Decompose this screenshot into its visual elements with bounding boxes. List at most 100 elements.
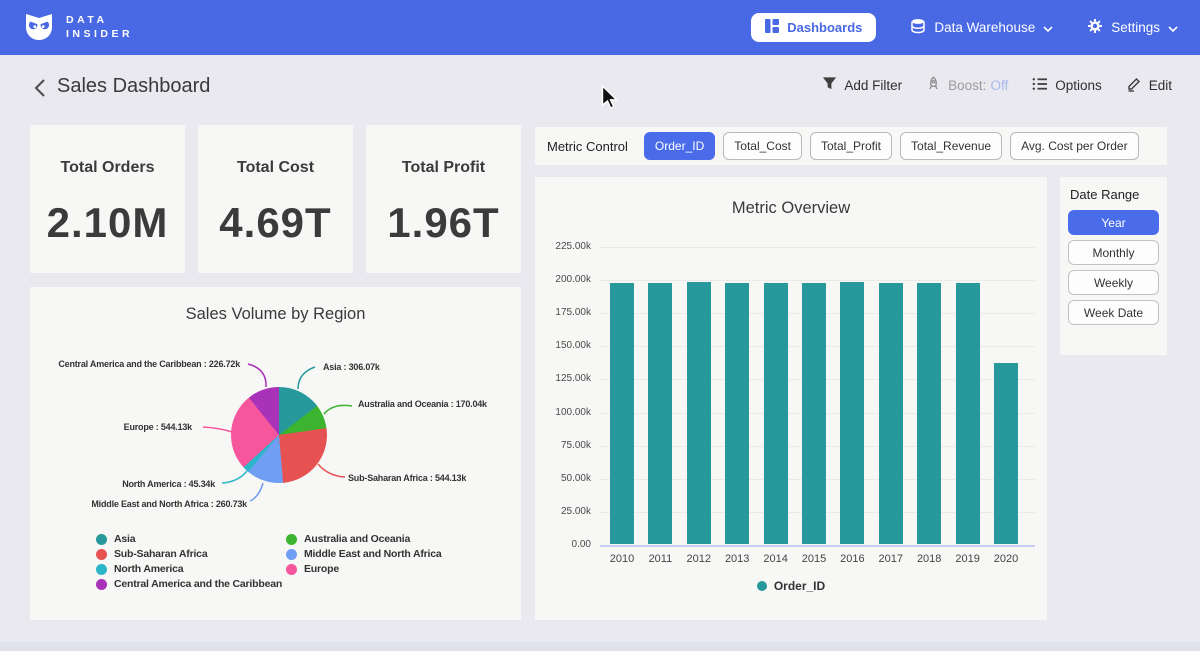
brand-line1: DATA <box>66 15 133 27</box>
footer-strip <box>0 642 1200 651</box>
metric-control-bar: Metric Control Order_ID Total_Cost Total… <box>535 127 1167 165</box>
legend-item-middle-east-and-north-africa[interactable]: Middle East and North Africa <box>286 548 442 560</box>
y-tick-label: 175.00k <box>535 307 591 318</box>
metric-control-label: Metric Control <box>547 139 628 154</box>
metric-chip-order-id[interactable]: Order_ID <box>644 132 715 160</box>
chevron-down-icon <box>1043 20 1053 35</box>
brand: DATA INSIDER <box>22 8 133 47</box>
kpi-value: 4.69T <box>198 199 353 247</box>
y-tick-label: 125.00k <box>535 373 591 384</box>
options-button[interactable]: Options <box>1032 77 1102 94</box>
y-tick-label: 225.00k <box>535 241 591 252</box>
pie-label-australia-and-oceania: Australia and Oceania : 170.04k <box>358 399 487 409</box>
kpi-card-total-cost: Total Cost 4.69T <box>198 125 353 273</box>
bar-plot-area <box>600 247 1035 545</box>
chart-legend[interactable]: Order_ID <box>535 579 1047 593</box>
kpi-label: Total Profit <box>366 159 521 177</box>
date-range-panel: Date Range Year Monthly Weekly Week Date <box>1060 177 1167 355</box>
legend-label: Central America and the Caribbean <box>114 578 282 590</box>
legend-item-sub-saharan-africa[interactable]: Sub-Saharan Africa <box>96 548 286 560</box>
owl-logo-icon <box>22 8 56 47</box>
bar-2016 <box>840 282 864 544</box>
legend-item-asia[interactable]: Asia <box>96 533 286 545</box>
x-tick-label: 2014 <box>756 553 796 565</box>
date-range-weekly-button[interactable]: Weekly <box>1068 270 1159 295</box>
bar-2020 <box>994 363 1018 544</box>
metric-chip-total-cost[interactable]: Total_Cost <box>723 132 802 160</box>
edit-button[interactable]: Edit <box>1126 75 1172 95</box>
kpi-label: Total Cost <box>198 159 353 177</box>
y-tick-label: 100.00k <box>535 407 591 418</box>
pie-label-north-america: North America : 45.34k <box>122 479 215 489</box>
bar-2019 <box>956 283 980 544</box>
dashboard-grid-icon <box>765 19 779 36</box>
boost-value: Off <box>990 78 1008 93</box>
brand-line2: INSIDER <box>66 29 133 41</box>
chart-gridline <box>600 545 1035 547</box>
add-filter-button[interactable]: Add Filter <box>822 76 902 94</box>
pie-label-sub-saharan-africa: Sub-Saharan Africa : 544.13k <box>348 473 466 483</box>
kpi-card-total-profit: Total Profit 1.96T <box>366 125 521 273</box>
x-tick-label: 2017 <box>871 553 911 565</box>
chart-gridline <box>600 247 1035 248</box>
metric-chip-avg-cost-per-order[interactable]: Avg. Cost per Order <box>1010 132 1139 160</box>
metric-chip-total-revenue[interactable]: Total_Revenue <box>900 132 1002 160</box>
database-icon <box>910 18 926 37</box>
bar-2013 <box>725 283 749 544</box>
legend-dot <box>757 581 767 591</box>
gear-icon <box>1087 18 1103 37</box>
bar-2010 <box>610 283 634 544</box>
filter-funnel-icon <box>822 76 837 94</box>
date-range-year-button[interactable]: Year <box>1068 210 1159 235</box>
y-tick-label: 75.00k <box>535 440 591 451</box>
sales-volume-by-region-chart: Sales Volume by Region Central America a… <box>30 287 521 620</box>
data-warehouse-menu[interactable]: Data Warehouse <box>910 18 1053 37</box>
boost-toggle[interactable]: Boost: Off <box>926 76 1008 94</box>
metric-overview-chart: Metric Overview 225.00k200.00k175.00k150… <box>535 177 1047 620</box>
bar-2014 <box>764 283 788 544</box>
x-tick-label: 2010 <box>602 553 642 565</box>
x-tick-label: 2016 <box>832 553 872 565</box>
legend-label: Middle East and North Africa <box>304 548 442 560</box>
y-tick-label: 200.00k <box>535 274 591 285</box>
y-tick-label: 150.00k <box>535 340 591 351</box>
pie-label-europe: Europe : 544.13k <box>124 422 192 432</box>
y-axis: 225.00k200.00k175.00k150.00k125.00k100.0… <box>535 247 591 545</box>
metric-chip-total-profit[interactable]: Total_Profit <box>810 132 892 160</box>
date-range-week-date-button[interactable]: Week Date <box>1068 300 1159 325</box>
kpi-value: 1.96T <box>366 199 521 247</box>
kpi-card-total-orders: Total Orders 2.10M <box>30 125 185 273</box>
legend-item-australia-and-oceania[interactable]: Australia and Oceania <box>286 533 442 545</box>
legend-label: Order_ID <box>774 579 825 593</box>
legend-dot <box>96 534 107 545</box>
back-button[interactable] <box>26 76 52 102</box>
x-tick-label: 2012 <box>679 553 719 565</box>
settings-menu[interactable]: Settings <box>1087 18 1178 37</box>
x-tick-label: 2019 <box>948 553 988 565</box>
legend-dot <box>286 534 297 545</box>
legend-label: Australia and Oceania <box>304 533 410 545</box>
x-tick-label: 2015 <box>794 553 834 565</box>
dashboards-button[interactable]: Dashboards <box>751 13 876 42</box>
bar-2015 <box>802 283 826 544</box>
legend-item-central-america-and-the-caribbean[interactable]: Central America and the Caribbean <box>96 578 286 590</box>
legend-dot <box>96 564 107 575</box>
pencil-icon <box>1126 75 1142 95</box>
y-tick-label: 25.00k <box>535 506 591 517</box>
y-tick-label: 0.00 <box>535 539 591 550</box>
pie-chart <box>231 387 327 483</box>
x-tick-label: 2020 <box>986 553 1026 565</box>
kpi-label: Total Orders <box>30 159 185 177</box>
bar-2018 <box>917 283 941 544</box>
x-tick-label: 2018 <box>909 553 949 565</box>
legend-dot <box>286 564 297 575</box>
legend-label: North America <box>114 563 183 575</box>
legend-item-europe[interactable]: Europe <box>286 563 442 575</box>
kpi-value: 2.10M <box>30 199 185 247</box>
date-range-monthly-button[interactable]: Monthly <box>1068 240 1159 265</box>
x-axis: 2010201120122013201420152016201720182019… <box>600 553 1035 567</box>
legend-item-north-america[interactable]: North America <box>96 563 286 575</box>
navbar: DATA INSIDER Dashboards Da <box>0 0 1200 55</box>
y-tick-label: 50.00k <box>535 473 591 484</box>
legend-label: Asia <box>114 533 135 545</box>
